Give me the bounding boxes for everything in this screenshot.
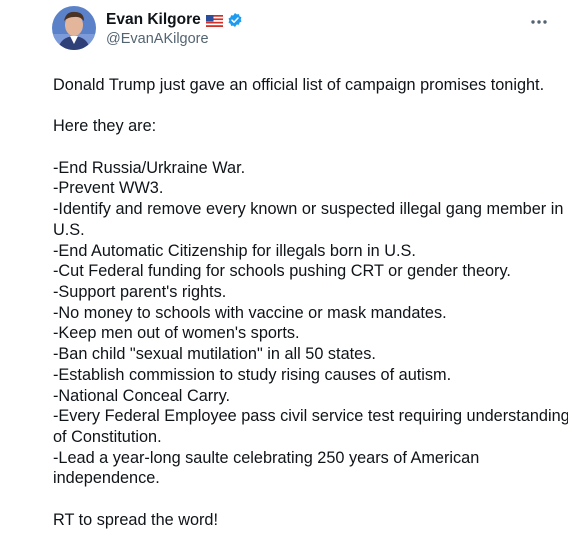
promise-line: independence. [53, 469, 160, 488]
avatar[interactable] [52, 6, 96, 50]
promise-line: -Keep men out of women's sports. [53, 324, 300, 343]
handle[interactable]: @EvanAKilgore [106, 31, 528, 47]
promise-line: -Identify and remove every known or susp… [53, 200, 564, 219]
promise-line: U.S. [53, 220, 85, 239]
promise-line: -End Automatic Citizenship for illegals … [53, 241, 416, 260]
tweet-outro: RT to spread the word! [53, 510, 219, 529]
promise-line: -Prevent WW3. [53, 179, 164, 198]
verified-badge-icon [227, 12, 243, 28]
tweet-text: Donald Trump just gave an official list … [53, 75, 568, 530]
tweet-card: Evan Kilgore @EvanAKilgore Donald Trump … [0, 0, 568, 538]
promise-line: -No money to schools with vaccine or mas… [53, 303, 447, 322]
tweet-header: Evan Kilgore @EvanAKilgore [106, 10, 528, 47]
promise-line: -Establish commission to study rising ca… [53, 365, 452, 384]
name-row: Evan Kilgore [106, 10, 528, 30]
more-horizontal-icon [531, 20, 547, 24]
more-options-button[interactable] [526, 12, 552, 32]
promise-line: -Ban child "sexual mutilation" in all 50… [53, 345, 376, 364]
display-name[interactable]: Evan Kilgore [106, 11, 201, 29]
tweet-intro: Donald Trump just gave an official list … [53, 76, 545, 94]
promise-line: of Constitution. [53, 427, 162, 446]
promise-line: -National Conceal Carry. [53, 386, 231, 405]
us-flag-icon [205, 14, 223, 27]
promise-line: -End Russia/Urkraine War. [53, 158, 246, 177]
promise-line: -Lead a year-long saulte celebrating 250… [53, 448, 480, 467]
promise-line: -Every Federal Employee pass civil servi… [53, 407, 568, 426]
promise-line: -Support parent's rights. [53, 283, 227, 301]
tweet-lead: Here they are: [53, 117, 157, 136]
avatar-image [52, 6, 96, 50]
promise-line: -Cut Federal funding for schools pushing… [53, 262, 511, 281]
